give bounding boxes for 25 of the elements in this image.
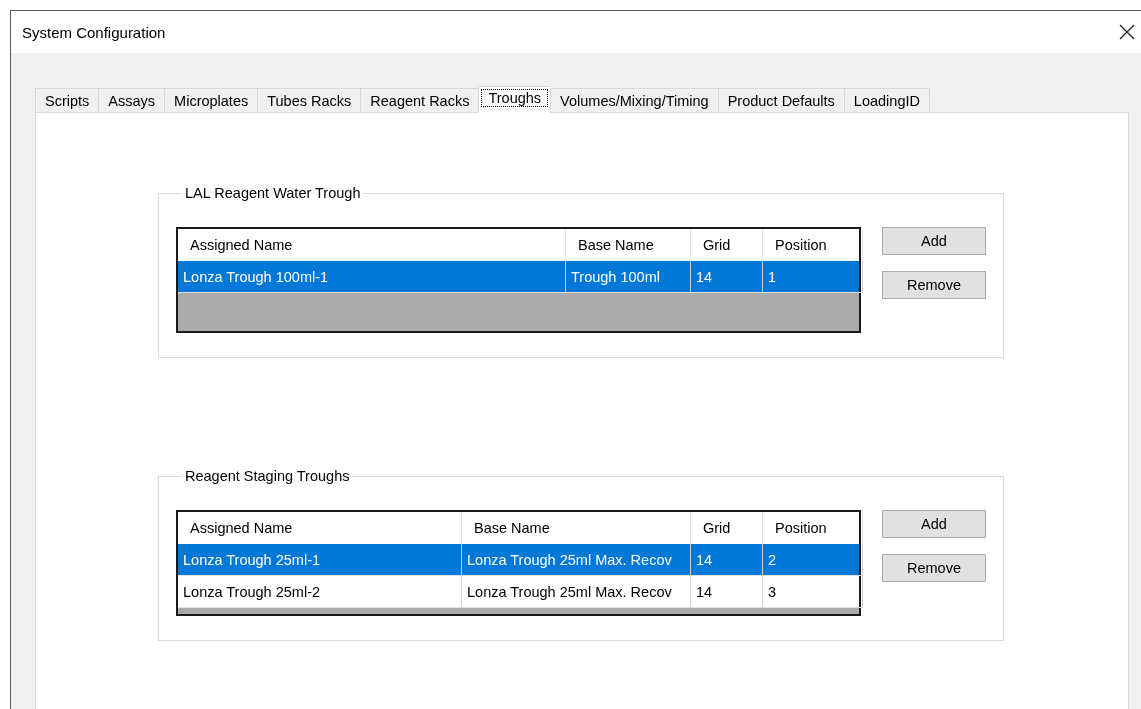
table-cell: 14 (691, 261, 763, 293)
close-icon[interactable] (1119, 24, 1135, 40)
table-cell: 14 (691, 576, 763, 608)
tab[interactable]: Scripts (35, 88, 99, 112)
tab[interactable]: Product Defaults (717, 88, 844, 112)
action-button[interactable]: Add (882, 227, 986, 255)
table-cell: 3 (763, 576, 863, 608)
group-title: LAL Reagent Water Trough (184, 185, 362, 201)
tab[interactable]: LoadingID (843, 88, 930, 112)
window-title: System Configuration (22, 23, 166, 41)
table-cell: Lonza Trough 100ml-1 (178, 261, 566, 293)
table-cell: Trough 100ml (566, 261, 691, 293)
tab[interactable]: Troughs (478, 86, 551, 113)
table-cell: 1 (763, 261, 863, 293)
tab[interactable]: Assays (98, 88, 165, 112)
group-title: Reagent Staging Troughs (184, 468, 351, 484)
tab[interactable]: Microplates (164, 88, 258, 112)
tab[interactable]: Tubes Racks (257, 88, 361, 112)
table-cell: Lonza Trough 25ml-2 (178, 576, 462, 608)
action-button[interactable]: Remove (882, 554, 986, 582)
table-cell: Lonza Trough 25ml Max. Recov (462, 576, 691, 608)
action-button[interactable]: Remove (882, 271, 986, 299)
tab[interactable]: Volumes/Mixing/Timing (550, 88, 718, 112)
action-button[interactable]: Add (882, 510, 986, 538)
tab[interactable]: Reagent Racks (360, 88, 479, 112)
